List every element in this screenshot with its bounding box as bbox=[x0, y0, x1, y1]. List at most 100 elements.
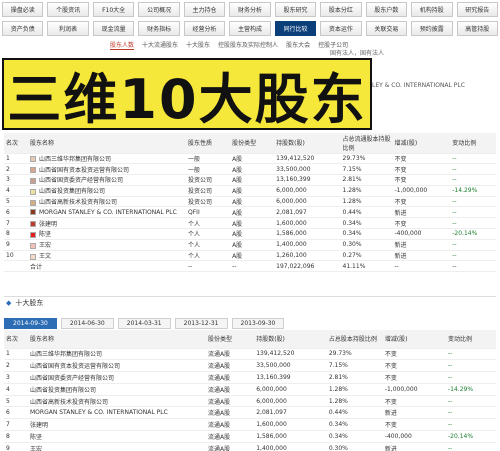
date-tab[interactable]: 2014-06-30 bbox=[60, 318, 114, 329]
name-cell[interactable]: 山西省国资委资产经营有限公司 bbox=[28, 174, 186, 186]
shareholder-name[interactable]: 山西三维华邦集团有限公司 bbox=[28, 348, 206, 361]
pct-cell: 0.34% bbox=[340, 217, 393, 230]
pct-cell: 1.28% bbox=[340, 185, 393, 197]
nature-cell: 投资公司 bbox=[186, 185, 231, 197]
subtab[interactable]: 控股股东及实际控制人 bbox=[218, 40, 278, 50]
shares-cell: 6,000,000 bbox=[254, 383, 327, 396]
subtab[interactable]: 控股子公司 bbox=[318, 40, 348, 50]
date-tab[interactable]: 2014-03-31 bbox=[117, 318, 171, 329]
nav-item[interactable]: 高管持股 bbox=[456, 21, 498, 36]
idx-cell: 1 bbox=[4, 348, 28, 361]
table-row: 3 山西省国资委资产经营有限公司 流通A股 13,160,399 2.81% 不变 -- bbox=[4, 371, 496, 384]
nature-cell: 个人 bbox=[186, 239, 231, 251]
shares-cell: 1,586,000 bbox=[254, 430, 327, 443]
type-cell: 流通A股 bbox=[206, 383, 255, 396]
name-cell[interactable]: 山西省国有资本投资运营有限公司 bbox=[28, 163, 186, 176]
name-cell[interactable]: 山西省高新技术投资有限公司 bbox=[28, 196, 186, 208]
nav-item[interactable]: 现金流量 bbox=[92, 21, 135, 36]
shareholder-name[interactable]: 山西省投资集团有限公司 bbox=[39, 188, 105, 195]
nav-item[interactable]: 财务指标 bbox=[138, 21, 180, 36]
name-cell[interactable]: 王宏 bbox=[28, 239, 186, 251]
shareholder-name[interactable]: 山西省国资委资产经营有限公司 bbox=[39, 177, 123, 184]
nav-item[interactable]: F10大全 bbox=[92, 2, 135, 17]
nav-item[interactable]: 操盘必读 bbox=[2, 2, 44, 17]
date-tab[interactable]: 2013-12-31 bbox=[174, 318, 228, 329]
shares-cell: 2,081,097 bbox=[254, 406, 327, 420]
shares-cell: 2,081,097 bbox=[274, 206, 341, 219]
col-ratio: 变动比例 bbox=[450, 133, 496, 154]
shareholder-name[interactable]: 张建明 bbox=[28, 418, 206, 432]
table-row: 3 山西省国资委资产经营有限公司 投资公司 A股 13,160,399 2.81% 不变 -- bbox=[4, 174, 496, 186]
name-cell[interactable]: MORGAN STANLEY & CO. INTERNATIONAL PLC bbox=[28, 206, 186, 219]
change-cell: 不变 bbox=[382, 371, 446, 384]
change-cell: 不变 bbox=[382, 348, 446, 361]
shareholder-name[interactable]: 张建明 bbox=[39, 221, 57, 228]
shareholder-name[interactable]: MORGAN STANLEY & CO. INTERNATIONAL PLC bbox=[28, 406, 206, 420]
name-cell[interactable]: 山西省投资集团有限公司 bbox=[28, 185, 186, 197]
name-cell[interactable]: 张建明 bbox=[28, 217, 186, 230]
name-cell[interactable]: 王文 bbox=[28, 250, 186, 262]
shareholder-name[interactable]: MORGAN STANLEY & CO. INTERNATIONAL PLC bbox=[39, 209, 177, 216]
side-note-line-2: LEY & CO. INTERNATIONAL PLC bbox=[372, 82, 465, 89]
shares-cell: 139,412,520 bbox=[274, 153, 341, 165]
subtab[interactable]: 十大流通股东 bbox=[142, 40, 178, 50]
shareholder-name[interactable]: 王文 bbox=[39, 253, 51, 260]
shareholder-name[interactable]: 陈坚 bbox=[28, 430, 206, 443]
col-rank: 名次 bbox=[4, 330, 28, 349]
legend-swatch bbox=[30, 177, 36, 184]
shareholder-name[interactable]: 山西三维华邦集团有限公司 bbox=[39, 156, 111, 163]
nav-item[interactable]: 机构持股 bbox=[411, 2, 453, 17]
table-row: 8 陈坚 流通A股 1,586,000 0.34% -400,000 -20.14% bbox=[4, 430, 496, 443]
nav-item[interactable]: 同行比较 bbox=[274, 21, 317, 36]
nav-item[interactable]: 资本运作 bbox=[320, 21, 362, 36]
subtab[interactable]: 股东大会 bbox=[286, 40, 310, 50]
nav-item[interactable]: 研究报告 bbox=[456, 2, 498, 17]
pct-cell: 0.44% bbox=[326, 406, 383, 420]
name-cell[interactable]: 陈坚 bbox=[28, 228, 186, 240]
shareholder-name[interactable]: 王宏 bbox=[28, 442, 206, 451]
nav-item[interactable]: 股本分红 bbox=[320, 2, 362, 17]
nav-item[interactable]: 主力持仓 bbox=[183, 2, 226, 17]
shareholder-name[interactable]: 陈坚 bbox=[39, 231, 51, 238]
col-nature: 股东性质 bbox=[186, 133, 231, 154]
nav-item[interactable]: 主营构成 bbox=[229, 21, 271, 36]
ratio-cell: -- bbox=[450, 239, 496, 251]
type-cell: -- bbox=[230, 260, 275, 273]
nature-cell: 个人 bbox=[186, 250, 231, 262]
name-cell[interactable]: 山西三维华邦集团有限公司 bbox=[28, 153, 186, 165]
nav-item[interactable]: 预约披露 bbox=[411, 21, 453, 36]
shares-cell: 1,400,000 bbox=[254, 442, 327, 451]
nav-item[interactable]: 财务分析 bbox=[229, 2, 271, 17]
rank-cell: 8 bbox=[4, 228, 28, 240]
table-row: 9 王宏 个人 A股 1,400,000 0.30% 新进 -- bbox=[4, 239, 496, 251]
legend-swatch bbox=[30, 199, 36, 206]
shareholder-name[interactable]: 山西省国有资本投资运营有限公司 bbox=[28, 359, 206, 373]
date-tab[interactable]: 2013-09-30 bbox=[231, 318, 285, 329]
rank-cell: 2 bbox=[4, 163, 28, 176]
shareholder-name[interactable]: 王宏 bbox=[39, 242, 51, 249]
section-arrow-icon: ◆ bbox=[6, 298, 12, 307]
ratio-cell: -- bbox=[445, 359, 496, 373]
ratio-cell: -- bbox=[450, 196, 496, 208]
nav-item[interactable]: 关联交易 bbox=[365, 21, 408, 36]
nav-item[interactable]: 股东研究 bbox=[274, 2, 317, 17]
idx-cell: 4 bbox=[4, 383, 28, 396]
shareholder-name[interactable]: 山西省高新技术投资有限公司 bbox=[39, 199, 117, 206]
nav-item[interactable]: 股东户数 bbox=[365, 2, 408, 17]
col-name: 股东名称 bbox=[28, 330, 206, 349]
shareholder-name[interactable]: 山西省高新技术投资有限公司 bbox=[28, 395, 206, 408]
shareholder-name[interactable]: 山西省投资集团有限公司 bbox=[28, 383, 206, 396]
pct-cell: 41.11% bbox=[340, 260, 393, 273]
nav-item[interactable]: 公司概况 bbox=[138, 2, 180, 17]
nav-item[interactable]: 个股资讯 bbox=[47, 2, 89, 17]
subtab[interactable]: 股东人数 bbox=[110, 40, 135, 50]
legend-swatch bbox=[30, 242, 36, 249]
date-tab[interactable]: 2014-09-30 bbox=[4, 318, 57, 329]
subtab[interactable]: 十大股东 bbox=[186, 40, 210, 50]
nav-item[interactable]: 资产负债 bbox=[2, 21, 44, 36]
shareholder-name[interactable]: 山西省国资委资产经营有限公司 bbox=[28, 371, 206, 384]
nav-item[interactable]: 经营分析 bbox=[183, 21, 226, 36]
nav-item[interactable]: 利润表 bbox=[47, 21, 89, 36]
shareholder-name[interactable]: 山西省国有资本投资运营有限公司 bbox=[39, 167, 129, 174]
pct-cell: 2.81% bbox=[326, 371, 383, 384]
